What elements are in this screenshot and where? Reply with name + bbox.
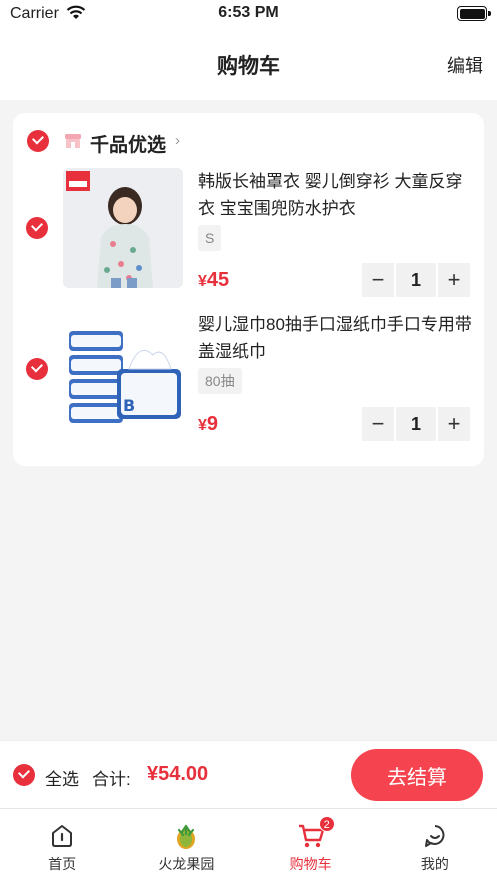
price-value: 45 bbox=[206, 269, 230, 291]
increase-button[interactable]: + bbox=[438, 263, 470, 297]
store-name[interactable]: 千品优选 bbox=[90, 130, 166, 157]
item-title[interactable]: 婴儿湿巾80抽手口湿纸巾手口专用带盖湿纸巾 bbox=[198, 311, 473, 365]
tab-bar: 首页 火龙果园 2 购物车 我的 bbox=[0, 808, 497, 883]
home-icon bbox=[48, 822, 76, 850]
nav-bar: 购物车 编辑 bbox=[0, 30, 497, 100]
store-icon bbox=[64, 133, 82, 149]
cart-badge: 2 bbox=[318, 816, 335, 832]
item-select-checkbox[interactable] bbox=[26, 358, 48, 380]
item-select-checkbox[interactable] bbox=[26, 217, 48, 239]
status-time: 6:53 PM bbox=[218, 4, 279, 21]
tab-label: 火龙果园 bbox=[158, 856, 215, 872]
checkout-bar: 全选 合计: ¥54.00 去结算 bbox=[0, 740, 497, 808]
select-all-checkbox[interactable] bbox=[13, 764, 35, 786]
total-value: ¥54.00 bbox=[147, 763, 209, 785]
svg-text:B: B bbox=[123, 396, 135, 415]
quantity-value[interactable]: 1 bbox=[396, 263, 436, 297]
store-select-checkbox[interactable] bbox=[27, 130, 49, 152]
tab-label: 首页 bbox=[48, 856, 77, 872]
product-image[interactable]: B bbox=[63, 311, 183, 431]
quantity-stepper: − 1 + bbox=[362, 407, 470, 441]
currency-symbol: ¥ bbox=[198, 417, 207, 434]
item-spec[interactable]: 80抽 bbox=[198, 368, 242, 394]
decrease-button[interactable]: − bbox=[362, 263, 394, 297]
quantity-stepper: − 1 + bbox=[362, 263, 470, 297]
cart-store-card: 千品优选 › 韩版长袖罩衣 婴儿倒穿衫 大童反穿衣 宝宝围兜防水护衣 S ¥45… bbox=[13, 113, 484, 466]
tab-cart[interactable]: 2 购物车 bbox=[249, 809, 373, 883]
price-value: 9 bbox=[206, 413, 219, 435]
battery-icon bbox=[457, 6, 491, 21]
total-label: 合计: bbox=[92, 770, 131, 789]
profile-icon bbox=[421, 822, 449, 850]
quantity-value[interactable]: 1 bbox=[396, 407, 436, 441]
item-spec[interactable]: S bbox=[198, 225, 222, 251]
item-title[interactable]: 韩版长袖罩衣 婴儿倒穿衫 大童反穿衣 宝宝围兜防水护衣 bbox=[198, 168, 473, 222]
page-title: 购物车 bbox=[217, 55, 280, 78]
tab-home[interactable]: 首页 bbox=[0, 809, 124, 883]
tab-dragon-fruit-garden[interactable]: 火龙果园 bbox=[124, 809, 248, 883]
dragon-fruit-icon bbox=[172, 822, 200, 850]
checkout-button[interactable]: 去结算 bbox=[351, 749, 483, 801]
tab-label: 购物车 bbox=[289, 856, 332, 872]
item-price: ¥9 bbox=[198, 413, 218, 436]
cart-icon: 2 bbox=[297, 816, 335, 850]
chevron-right-icon[interactable]: › bbox=[175, 132, 180, 149]
product-image[interactable] bbox=[63, 168, 183, 288]
tab-label: 我的 bbox=[420, 856, 449, 872]
edit-button[interactable]: 编辑 bbox=[447, 52, 483, 78]
decrease-button[interactable]: − bbox=[362, 407, 394, 441]
item-price: ¥45 bbox=[198, 269, 229, 292]
status-bar: Carrier 6:53 PM bbox=[0, 0, 497, 30]
select-all-label[interactable]: 全选 bbox=[45, 765, 79, 790]
tab-profile[interactable]: 我的 bbox=[373, 809, 497, 883]
currency-symbol: ¥ bbox=[198, 273, 207, 290]
increase-button[interactable]: + bbox=[438, 407, 470, 441]
